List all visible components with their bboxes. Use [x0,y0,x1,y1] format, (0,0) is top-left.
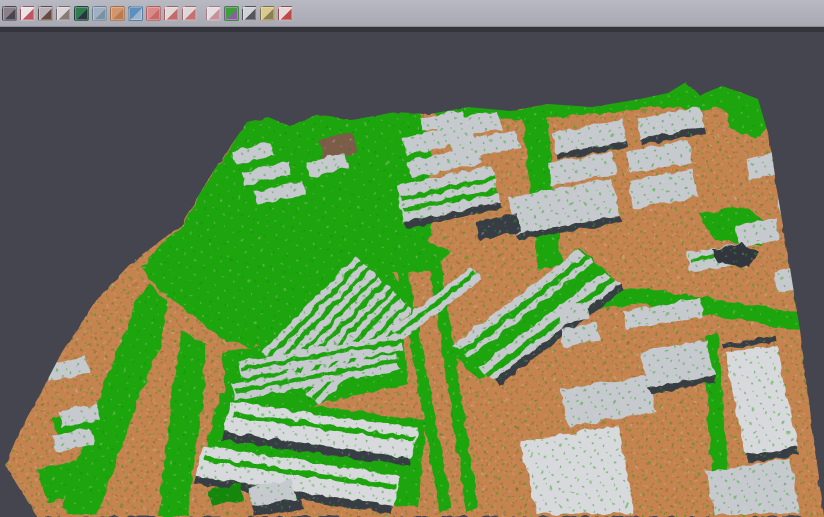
sphere-icon[interactable] [242,6,257,21]
sparse-points-icon[interactable] [56,6,71,21]
terrain-icon[interactable] [74,6,89,21]
toolbar [0,0,824,27]
globe-icon[interactable] [128,6,143,21]
toolbar-icon-group [2,6,197,21]
toolbar-icon-group [206,6,293,21]
viewport-3d[interactable] [0,32,824,517]
selection-marquee-icon[interactable] [182,6,197,21]
orthophoto-icon[interactable] [110,6,125,21]
classification-icon[interactable] [224,6,239,21]
hourglass-icon[interactable] [260,6,275,21]
target-icon[interactable] [164,6,179,21]
layers-icon[interactable] [146,6,161,21]
checkerboard-icon[interactable] [206,6,221,21]
hill-icon[interactable] [38,6,53,21]
scatter-points-icon[interactable] [20,6,35,21]
pixel-cluster-icon[interactable] [2,6,17,21]
toolbar-icon-strip [2,6,293,21]
flag-icon[interactable] [278,6,293,21]
point-cloud-render [0,32,824,517]
column-icon[interactable] [92,6,107,21]
